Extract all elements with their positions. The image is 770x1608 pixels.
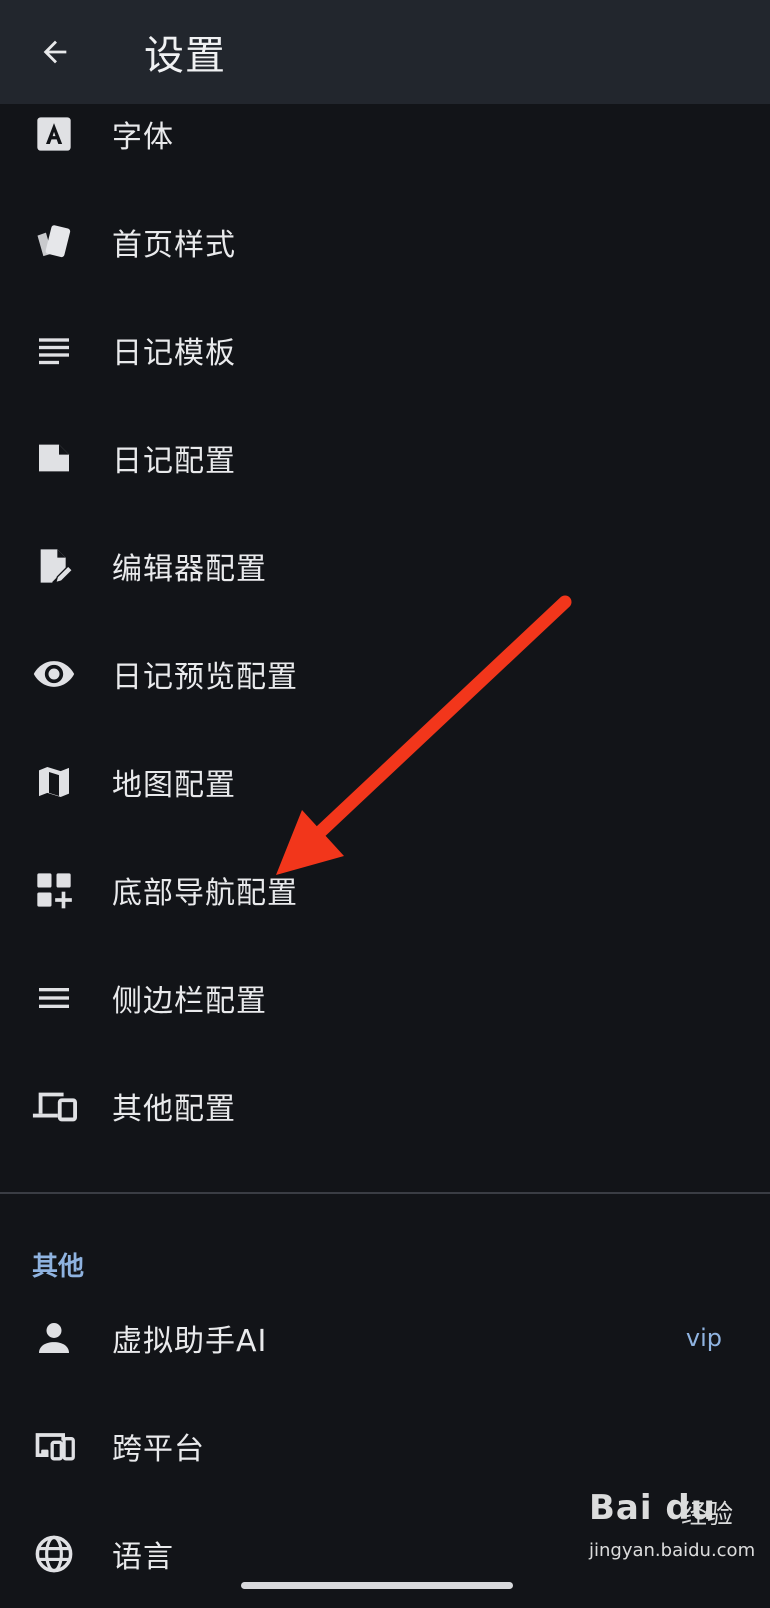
cross-platform-icon (30, 1422, 78, 1470)
settings-item-font[interactable]: 字体 (0, 80, 770, 188)
settings-item-label: 其他配置 (112, 1092, 236, 1127)
settings-item-home-style[interactable]: 首页样式 (0, 188, 770, 296)
back-button[interactable] (30, 27, 80, 77)
settings-item-ai-assistant[interactable]: 虚拟助手AI vip (0, 1284, 770, 1392)
settings-item-diary-template[interactable]: 日记模板 (0, 296, 770, 404)
notes-lines-icon (30, 326, 78, 374)
watermark-url: jingyan.baidu.com (589, 1540, 756, 1561)
settings-item-label: 虚拟助手AI (112, 1324, 268, 1359)
menu-icon (30, 974, 78, 1022)
baidu-watermark: Bai du 经验 jingyan.baidu.com (585, 1488, 760, 1596)
settings-item-label: 语言 (112, 1540, 174, 1575)
map-icon (30, 758, 78, 806)
settings-item-bottom-nav-config[interactable]: 底部导航配置 (0, 836, 770, 944)
watermark-text: 经验 (681, 1500, 734, 1530)
section-header-other: 其他 (32, 1252, 85, 1282)
settings-item-diary-config[interactable]: 日记配置 (0, 404, 770, 512)
settings-item-label: 编辑器配置 (112, 552, 267, 587)
edit-file-icon (30, 542, 78, 590)
arrow-left-icon (43, 40, 67, 64)
settings-item-label: 日记模板 (112, 336, 236, 371)
settings-item-label: 日记配置 (112, 444, 236, 479)
settings-item-label: 字体 (112, 120, 174, 155)
settings-item-label: 地图配置 (112, 768, 236, 803)
home-indicator[interactable] (241, 1582, 513, 1589)
devices-icon (30, 1082, 78, 1130)
section-divider (0, 1192, 770, 1194)
settings-item-label: 底部导航配置 (112, 876, 298, 911)
globe-icon (30, 1530, 78, 1578)
settings-item-sidebar-config[interactable]: 侧边栏配置 (0, 944, 770, 1052)
settings-item-editor-config[interactable]: 编辑器配置 (0, 512, 770, 620)
settings-item-label: 侧边栏配置 (112, 984, 267, 1019)
settings-item-label: 首页样式 (112, 228, 236, 263)
settings-item-label: 日记预览配置 (112, 660, 298, 695)
vip-badge: vip (685, 1324, 722, 1352)
person-icon (30, 1314, 78, 1362)
settings-item-other-config[interactable]: 其他配置 (0, 1052, 770, 1160)
settings-item-label: 跨平台 (112, 1432, 205, 1467)
note-icon (30, 434, 78, 482)
settings-item-preview-config[interactable]: 日记预览配置 (0, 620, 770, 728)
font-icon (30, 110, 78, 158)
settings-item-cross-platform[interactable]: 跨平台 (0, 1392, 770, 1500)
cards-icon (30, 218, 78, 266)
grid-plus-icon (30, 866, 78, 914)
settings-item-map-config[interactable]: 地图配置 (0, 728, 770, 836)
eye-icon (30, 650, 78, 698)
page-title: 设置 (144, 33, 226, 79)
